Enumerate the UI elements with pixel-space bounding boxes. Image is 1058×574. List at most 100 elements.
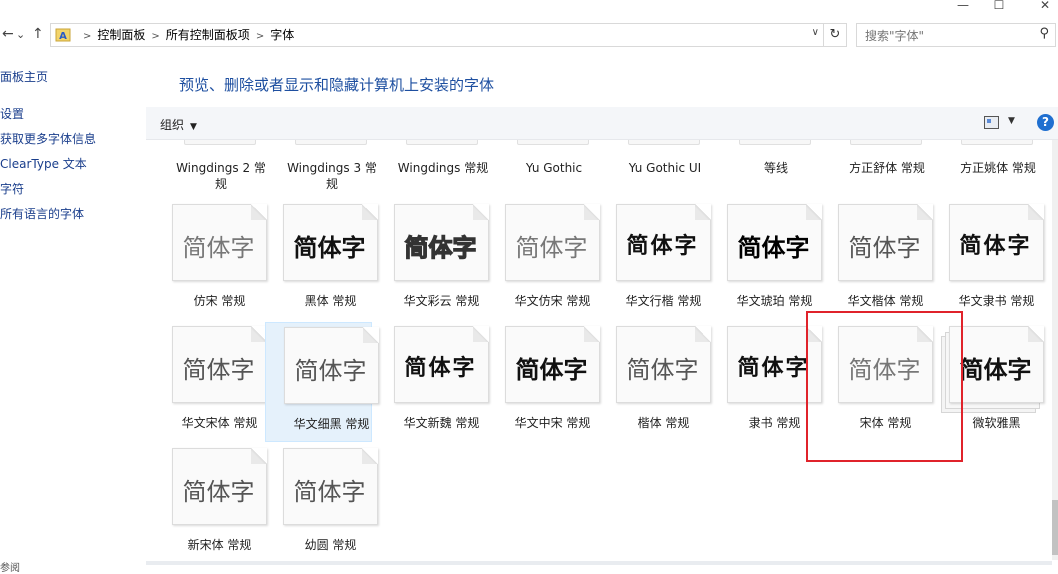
font-tile[interactable]: 简体字华文中宋 常规	[487, 322, 600, 440]
font-sample-text: 简体字	[182, 478, 255, 506]
font-tile-label: 方正姚体 常规	[960, 161, 1036, 175]
fonts-folder-icon: A	[55, 28, 71, 42]
font-sample-text: 简体字	[182, 234, 255, 262]
font-tile-page-partial[interactable]	[295, 140, 367, 145]
title-bar: — ☐ ✕	[0, 0, 1058, 18]
font-tile-label: 黑体 常规	[304, 294, 357, 308]
font-tile[interactable]: 简体字华文行楷 常规	[598, 200, 711, 318]
maximize-button[interactable]: ☐	[984, 0, 1014, 14]
nav-get-more-font-info[interactable]: 获取更多字体信息	[0, 130, 96, 147]
font-tile-label: 华文细黑 常规	[293, 417, 370, 431]
font-sample-text: 简体字	[737, 234, 810, 262]
up-arrow-icon[interactable]: ↑	[32, 26, 44, 42]
command-toolbar: 组织 ▼ ▼ ?	[146, 107, 1058, 140]
address-bar[interactable]: A > 控制面板 > 所有控制面板项 > 字体 ∨	[50, 23, 824, 47]
font-tile-label: 华文琥珀 常规	[736, 294, 813, 308]
nav-font-settings[interactable]: 设置	[0, 105, 24, 122]
font-tile-label: 华文仿宋 常规	[514, 294, 591, 308]
font-sample-text: 简体字	[959, 233, 1032, 259]
font-tile[interactable]: 简体字华文细黑 常规	[265, 322, 379, 442]
font-tile[interactable]: 简体字 华文新魏 常规	[376, 322, 489, 440]
font-tile[interactable]: 简体字 新宋体 常规	[154, 444, 267, 560]
font-tile-page-partial[interactable]	[739, 140, 811, 145]
nav-character-map[interactable]: 字符	[0, 180, 24, 197]
font-tile-page-partial[interactable]	[628, 140, 700, 145]
organize-label: 组织	[160, 118, 185, 132]
font-tile-label: Wingdings 3 常规	[287, 161, 377, 191]
font-tile-label: Wingdings 2 常规	[176, 161, 266, 191]
refresh-icon[interactable]: ↻	[824, 23, 847, 47]
recent-dropdown-icon[interactable]: ⌄	[16, 28, 25, 41]
font-sample-text: 简体字	[293, 234, 366, 262]
font-sample-text: 简体字	[294, 357, 367, 385]
font-tile-label: 等线	[763, 161, 788, 175]
font-tile-label: 楷体 常规	[637, 416, 690, 430]
back-arrow-icon[interactable]: ←	[2, 26, 14, 42]
search-icon[interactable]: ⚲	[1039, 26, 1049, 41]
page-title: 预览、删除或者显示和隐藏计算机上安装的字体	[179, 76, 495, 94]
font-tile-label: 幼圆 常规	[304, 538, 357, 552]
bottom-strip	[146, 561, 1052, 565]
font-tile-label: 华文彩云 常规	[403, 294, 480, 308]
font-tile-label: 华文楷体 常规	[847, 294, 924, 308]
chevron-right-icon: >	[83, 31, 92, 42]
font-tile-label: 华文宋体 常规	[181, 416, 258, 430]
help-icon[interactable]: ?	[1037, 114, 1054, 131]
font-tile-page-partial[interactable]	[184, 140, 256, 145]
font-tile[interactable]: 简体字华文隶书 常规	[931, 200, 1044, 318]
view-mode-icon[interactable]	[984, 116, 999, 129]
chevron-right-icon[interactable]: >	[256, 26, 264, 48]
breadcrumb: > 控制面板 > 所有控制面板项 > 字体	[77, 24, 294, 46]
nav-cleartype[interactable]: ClearType 文本	[0, 155, 87, 172]
font-tile-label: Yu Gothic	[525, 161, 583, 175]
font-sample-text: 简体字	[404, 233, 477, 262]
font-tile-label: 华文行楷 常规	[625, 294, 702, 308]
breadcrumb-fonts[interactable]: 字体	[270, 24, 294, 46]
chevron-down-icon[interactable]: ∨	[812, 27, 819, 38]
nav-all-language-fonts[interactable]: 所有语言的字体	[0, 205, 84, 222]
font-tile-label: Yu Gothic UI	[628, 161, 702, 175]
font-tile-label: 仿宋 常规	[193, 294, 246, 308]
font-tile-page-partial[interactable]	[406, 140, 478, 145]
svg-text:A: A	[59, 31, 67, 42]
font-tile[interactable]: 简体字 华文楷体 常规	[820, 200, 933, 318]
scrollbar-track[interactable]	[1052, 140, 1058, 560]
minimize-button[interactable]: —	[948, 0, 978, 14]
address-row: ← ⌄ ↑ A > 控制面板 > 所有控制面板项 > 字体 ∨ ↻ ⚲	[0, 22, 1058, 48]
font-tile[interactable]: 简体字 黑体 常规	[265, 200, 378, 318]
caret-down-icon: ▼	[190, 122, 197, 132]
font-sample-text: 简体字	[293, 478, 366, 506]
font-sample-text: 简体字	[515, 234, 588, 262]
font-tile[interactable]: 简体字 华文宋体 常规	[154, 322, 267, 440]
close-button[interactable]: ✕	[1030, 0, 1058, 14]
font-tile-label: Wingdings 常规	[397, 161, 489, 175]
font-tile[interactable]: 简体字 楷体 常规	[598, 322, 711, 440]
font-tile[interactable]: 简体字 隶书 常规	[709, 322, 822, 440]
font-sample-text: 简体字	[404, 355, 477, 381]
organize-menu-button[interactable]: 组织 ▼	[160, 116, 197, 133]
font-tile-page-partial[interactable]	[850, 140, 922, 145]
font-tile-label: 新宋体 常规	[187, 538, 252, 552]
font-sample-text: 简体字	[626, 356, 699, 384]
font-tile[interactable]: 简体字华文琥珀 常规	[709, 200, 822, 318]
font-tile-page-partial[interactable]	[961, 140, 1033, 145]
caret-down-icon[interactable]: ▼	[1008, 116, 1015, 126]
font-tile-label: 华文中宋 常规	[514, 416, 591, 430]
chevron-right-icon[interactable]: >	[151, 26, 159, 48]
font-tile[interactable]: 简体字华文仿宋 常规	[487, 200, 600, 318]
font-sample-text: 简体字	[515, 356, 588, 384]
highlight-annotation	[806, 311, 963, 462]
font-tile[interactable]: 简体字华文彩云 常规	[376, 200, 489, 318]
nav-control-panel-home[interactable]: 面板主页	[0, 68, 48, 85]
font-tile[interactable]: 简体字 幼圆 常规	[265, 444, 378, 560]
status-text: 参阅	[0, 563, 20, 574]
font-sample-text: 简体字	[626, 233, 699, 259]
search-input[interactable]	[863, 27, 1027, 45]
scrollbar-thumb[interactable]	[1052, 500, 1058, 555]
breadcrumb-all-items[interactable]: 所有控制面板项	[166, 24, 250, 46]
font-tile-page-partial[interactable]	[517, 140, 589, 145]
search-box[interactable]: ⚲	[856, 23, 1056, 47]
breadcrumb-control-panel[interactable]: 控制面板	[97, 24, 145, 46]
font-tile-label: 华文隶书 常规	[958, 294, 1035, 308]
font-tile[interactable]: 简体字 仿宋 常规	[154, 200, 267, 318]
